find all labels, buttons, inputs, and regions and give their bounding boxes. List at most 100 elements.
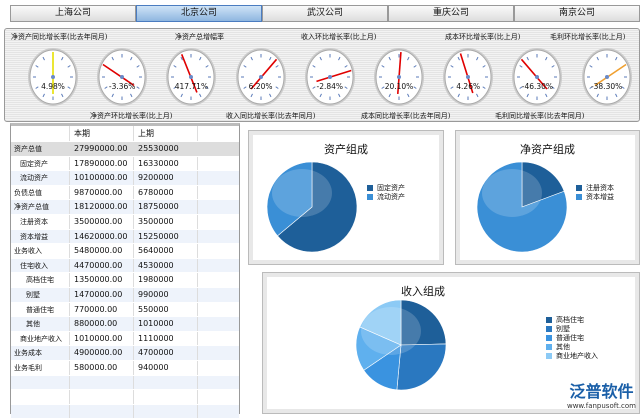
row-label: 流动资产 bbox=[20, 174, 48, 183]
gauge: -38.30% bbox=[581, 47, 633, 107]
chart-title: 净资产组成 bbox=[520, 143, 575, 156]
current-value: 1010000.00 bbox=[69, 331, 133, 346]
legend-swatch bbox=[576, 184, 582, 191]
previous-value: 550000 bbox=[133, 302, 197, 317]
current-value: 1350000.00 bbox=[69, 273, 133, 287]
table-row[interactable]: 业务成本 4900000.00 4700000 bbox=[11, 346, 239, 361]
row-label: 商业地产收入 bbox=[20, 334, 62, 343]
table-row[interactable]: 其他 880000.00 1010000 bbox=[11, 317, 239, 332]
row-label: 业务毛利 bbox=[14, 363, 42, 372]
table-row[interactable]: 净资产总值 18120000.00 18750000 bbox=[11, 200, 239, 215]
previous-value: 940000 bbox=[133, 360, 197, 375]
row-label: 住宅收入 bbox=[20, 261, 48, 270]
legend-swatch bbox=[546, 352, 552, 359]
gauge-dial bbox=[235, 48, 286, 106]
gauge-dial bbox=[443, 48, 494, 106]
gauge-value: -2.84% bbox=[316, 82, 344, 91]
row-label: 注册资本 bbox=[20, 217, 48, 226]
table-row[interactable]: 别墅 1470000.00 990000 bbox=[11, 287, 239, 303]
income-pie bbox=[355, 299, 447, 391]
table-row[interactable]: 负债总值 9870000.00 6780000 bbox=[11, 185, 239, 201]
gauge-dial bbox=[581, 48, 632, 106]
gauge-label: 成本同比增长率(比去年同月) bbox=[361, 112, 451, 120]
legend-swatch bbox=[576, 193, 582, 200]
current-value: 3500000.00 bbox=[69, 214, 133, 229]
previous-value: 9200000 bbox=[133, 171, 197, 185]
gauge-dial bbox=[28, 48, 78, 106]
tab-company[interactable]: 武汉公司 bbox=[262, 5, 388, 22]
tab-company[interactable]: 重庆公司 bbox=[388, 5, 514, 22]
current-value: 18120000.00 bbox=[69, 200, 133, 214]
gauge-value: 6.20% bbox=[248, 82, 273, 91]
previous-value: 4700000 bbox=[133, 346, 197, 360]
table-row[interactable]: 业务毛利 580000.00 940000 bbox=[11, 360, 239, 376]
gauge-value: -38.30% bbox=[590, 82, 623, 91]
gauge-label: 毛利环比增长率(比上月) bbox=[550, 33, 626, 41]
table-row[interactable]: 高档住宅 1350000.00 1980000 bbox=[11, 273, 239, 288]
gauge-label: 收入同比增长率(比去年同月) bbox=[226, 112, 316, 120]
previous-value: 16330000 bbox=[133, 156, 197, 171]
row-label: 资产总值 bbox=[14, 145, 42, 153]
table-row[interactable]: 资产总值 27990000.00 25530000 bbox=[11, 142, 239, 157]
gauge-value: 4.98% bbox=[41, 82, 65, 91]
gauge: 20.10% bbox=[373, 47, 425, 107]
legend-item: 普通住宅 bbox=[546, 333, 598, 342]
legend-swatch bbox=[367, 193, 373, 200]
legend-swatch bbox=[546, 316, 552, 323]
current-value: 4470000.00 bbox=[69, 258, 133, 273]
current-value: 1470000.00 bbox=[69, 287, 133, 302]
row-label: 其他 bbox=[26, 320, 40, 329]
logo-name: 泛普软件 bbox=[569, 382, 634, 401]
table-row[interactable]: 固定资产 17890000.00 16330000 bbox=[11, 156, 239, 172]
gauge-label: 毛利同比增长率(比去年同月) bbox=[495, 112, 585, 120]
legend-item: 流动资产 bbox=[367, 192, 405, 201]
gauge: 4.26% bbox=[442, 47, 494, 107]
table-row[interactable]: 商业地产收入 1010000.00 1110000 bbox=[11, 331, 239, 347]
table-row[interactable]: 住宅收入 4470000.00 4530000 bbox=[11, 258, 239, 274]
table-row[interactable]: 资本增益 14620000.00 15250000 bbox=[11, 229, 239, 245]
table-row[interactable]: 流动资产 10100000.00 9200000 bbox=[11, 171, 239, 186]
row-label: 高档住宅 bbox=[26, 276, 54, 285]
current-value: 5480000.00 bbox=[69, 244, 133, 258]
current-value: 4900000.00 bbox=[69, 346, 133, 360]
row-label: 固定资产 bbox=[20, 159, 48, 168]
legend-item: 商业地产收入 bbox=[546, 351, 598, 360]
gauge-value: -46.30% bbox=[521, 82, 554, 91]
gauge-value: -3.36% bbox=[108, 82, 136, 91]
legend-swatch bbox=[546, 325, 552, 332]
empty-row bbox=[11, 375, 239, 391]
current-value: 770000.00 bbox=[69, 302, 133, 317]
tab-company[interactable]: 南京公司 bbox=[514, 5, 640, 22]
legend-label: 商业地产收入 bbox=[556, 351, 598, 360]
gauge: 417.71% bbox=[165, 47, 217, 107]
net-asset-pie bbox=[476, 161, 568, 253]
row-label: 业务收入 bbox=[14, 247, 42, 256]
gauge: -46.30% bbox=[511, 47, 563, 107]
legend-swatch bbox=[546, 334, 552, 341]
table-row[interactable]: 普通住宅 770000.00 550000 bbox=[11, 302, 239, 318]
row-label: 负债总值 bbox=[14, 188, 42, 197]
previous-value: 1110000 bbox=[133, 331, 197, 346]
tab-company[interactable]: 北京公司 bbox=[136, 5, 262, 22]
previous-value: 6780000 bbox=[133, 185, 197, 200]
previous-value: 18750000 bbox=[133, 200, 197, 214]
tab-company[interactable]: 上海公司 bbox=[10, 5, 136, 22]
gauge-value: 20.10% bbox=[384, 82, 414, 91]
legend-item: 高档住宅 bbox=[546, 315, 598, 324]
previous-value: 4530000 bbox=[133, 258, 197, 273]
gauge-dial bbox=[512, 48, 563, 106]
pie-highlight bbox=[482, 169, 542, 217]
previous-value: 1010000 bbox=[133, 317, 197, 331]
logo: 泛普软件 www.fanpusoft.com bbox=[567, 378, 636, 410]
legend-item: 资本增益 bbox=[576, 192, 614, 201]
legend-label: 流动资产 bbox=[377, 192, 405, 201]
current-value: 880000.00 bbox=[69, 317, 133, 331]
table-row[interactable]: 业务收入 5480000.00 5640000 bbox=[11, 244, 239, 259]
table-row[interactable]: 注册资本 3500000.00 3500000 bbox=[11, 214, 239, 230]
logo-url: www.fanpusoft.com bbox=[566, 402, 636, 410]
asset-pie-panel: 资产组成 固定资产 流动资产 bbox=[248, 130, 444, 265]
header-current: 本期 bbox=[69, 126, 133, 141]
table-header: 本期 上期 bbox=[11, 126, 239, 142]
asset-pie bbox=[266, 161, 358, 253]
gauge-label: 收入环比增长率(比上月) bbox=[301, 33, 377, 41]
